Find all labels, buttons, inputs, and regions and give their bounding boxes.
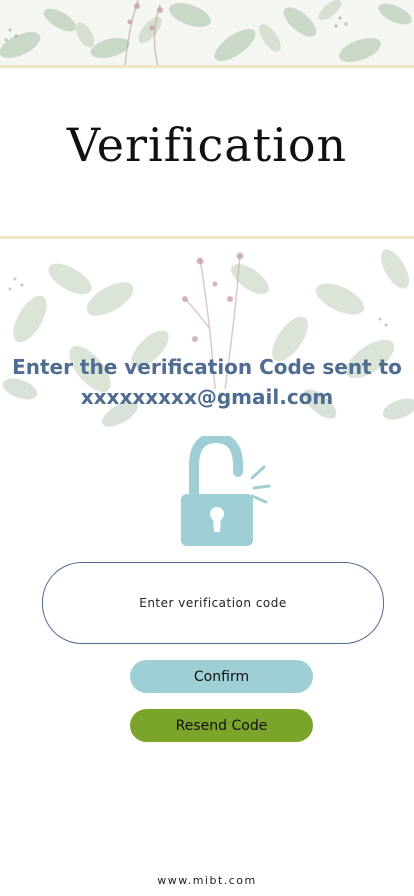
instruction-text: Enter the verification Code sent to xxxx… xyxy=(0,352,414,412)
footer-url: www.mibt.com xyxy=(157,874,257,887)
mid-foliage-decoration xyxy=(0,239,414,449)
verification-code-input[interactable] xyxy=(42,562,384,644)
foliage-art-top xyxy=(0,0,412,66)
page-title: Verification xyxy=(66,118,348,172)
resend-code-button[interactable]: Resend Code xyxy=(130,709,313,742)
top-foliage-decoration xyxy=(0,0,414,66)
instruction-line-1: Enter the verification Code sent to xyxy=(12,355,402,379)
confirm-button[interactable]: Confirm xyxy=(130,660,313,693)
unlocked-padlock-icon xyxy=(176,432,276,548)
email-address: xxxxxxxxx@gmail.com xyxy=(80,385,334,409)
foliage-art-mid xyxy=(2,249,414,427)
